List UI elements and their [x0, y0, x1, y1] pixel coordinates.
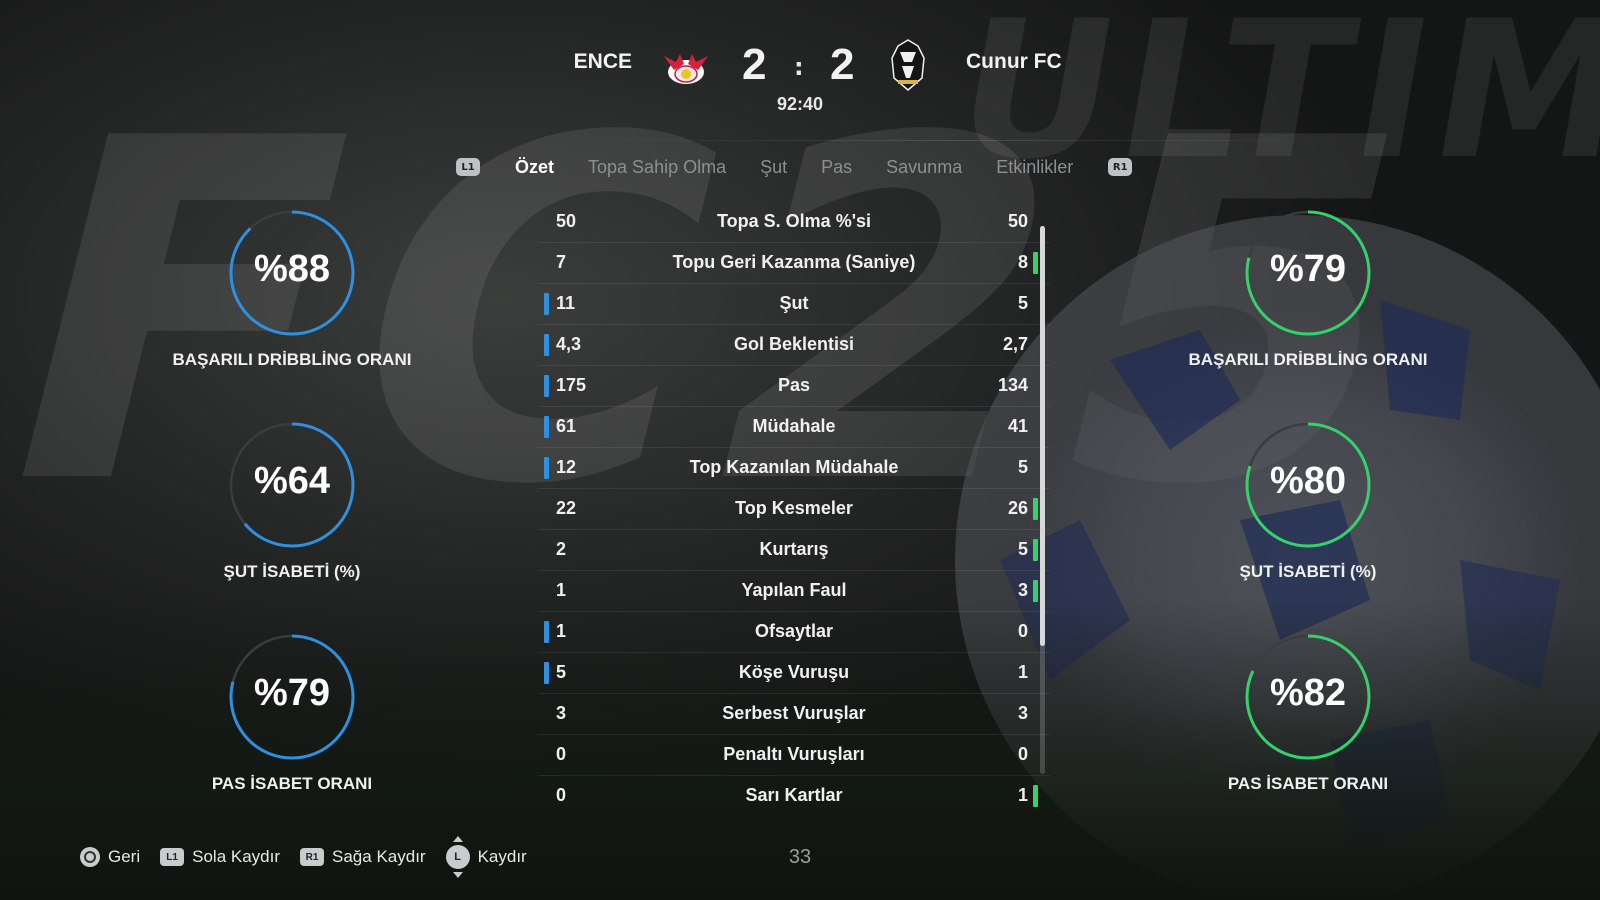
home-dribble-label: BAŞARILI DRİBBLİNG ORANI	[172, 350, 412, 369]
home-shot-value: %64	[253, 460, 331, 502]
stat-row: 5 Köşe Vuruşu 1	[538, 653, 1050, 694]
away-shot-accuracy-ring: %80 ŞUT İSABETİ (%)	[1158, 420, 1458, 582]
tab-sut[interactable]: Şut	[760, 157, 787, 178]
away-stat-value: 1	[1017, 662, 1028, 682]
stat-row: 175 Pas 134	[538, 366, 1050, 407]
stat-row: 3 Serbest Vuruşlar 3	[538, 694, 1050, 735]
scoreboard: ENCE 2 : 2 Cunur FC 92:40	[0, 36, 1600, 141]
tab-ozet[interactable]: Özet	[515, 157, 554, 178]
away-dribble-ring: %79 BAŞARILI DRİBBLİNG ORANI	[1158, 208, 1458, 370]
away-stat-value: 26	[1007, 498, 1028, 518]
stat-name: Müdahale	[752, 416, 836, 436]
stat-row: 2 Kurtarış 5	[538, 530, 1050, 571]
stat-row: 50 Topa S. Olma %'si 50	[538, 202, 1050, 243]
away-pass-value: %82	[1269, 672, 1347, 714]
home-team-name: ENCE	[573, 50, 632, 73]
stat-row: 12 Top Kazanılan Müdahale 5	[538, 448, 1050, 489]
away-leader-bar	[1033, 539, 1038, 561]
away-stat-value: 134	[997, 375, 1028, 395]
tab-topa-sahip-olma[interactable]: Topa Sahip Olma	[588, 157, 726, 178]
away-dribble-label: BAŞARILI DRİBBLİNG ORANI	[1188, 350, 1428, 369]
stat-name: Şut	[779, 293, 809, 313]
home-score: 2	[742, 40, 767, 89]
tab-pas[interactable]: Pas	[821, 157, 852, 178]
away-team-crest-icon	[891, 39, 925, 91]
stat-row: 7 Topu Geri Kazanma (Saniye) 8	[538, 243, 1050, 284]
stat-name: Top Kesmeler	[735, 498, 853, 518]
home-shot-accuracy-ring: %64 ŞUT İSABETİ (%)	[142, 420, 442, 582]
away-leader-bar	[1033, 498, 1038, 520]
stat-row: 0 Penaltı Vuruşları 0	[538, 735, 1050, 776]
away-stat-value: 5	[1017, 293, 1028, 313]
away-pass-label: PAS İSABET ORANI	[1227, 774, 1389, 793]
stat-row: 4,3 Gol Beklentisi 2,7	[538, 325, 1050, 366]
away-stat-value: 0	[1017, 744, 1028, 764]
away-stat-value: 3	[1017, 580, 1028, 600]
stat-row: 1 Yapılan Faul 3	[538, 571, 1050, 612]
away-leader-bar	[1033, 580, 1038, 602]
stat-row: 11 Şut 5	[538, 284, 1050, 325]
stat-name: Ofsaytlar	[754, 621, 834, 641]
stat-name: Penaltı Vuruşları	[723, 744, 865, 764]
stat-name: Gol Beklentisi	[733, 334, 855, 354]
away-shot-value: %80	[1269, 460, 1347, 502]
stat-row: 0 Sarı Kartlar 1	[538, 776, 1050, 816]
stat-name: Sarı Kartlar	[745, 785, 843, 805]
r1-shoulder-icon[interactable]: R1	[1108, 158, 1133, 176]
stat-row: 61 Müdahale 41	[538, 407, 1050, 448]
stats-scrollbar[interactable]	[1040, 226, 1045, 774]
away-stat-value: 5	[1017, 457, 1028, 477]
away-stat-value: 8	[1017, 252, 1028, 272]
away-stat-value: 2,7	[1002, 334, 1028, 354]
score-separator: :	[794, 53, 804, 81]
stat-name: Kurtarış	[759, 539, 829, 559]
away-shot-label: ŞUT İSABETİ (%)	[1239, 562, 1377, 581]
away-stat-value: 3	[1017, 703, 1028, 723]
home-dribble-ring: %88 BAŞARILI DRİBBLİNG ORANI	[142, 208, 442, 370]
tab-etkinlikler[interactable]: Etkinlikler	[996, 157, 1073, 178]
match-stats-table[interactable]: 50 Topa S. Olma %'si 50 7 Topu Geri Kazanma…	[538, 202, 1050, 816]
away-leader-bar	[1033, 252, 1038, 274]
scrollbar-thumb[interactable]	[1040, 226, 1045, 646]
home-pass-label: PAS İSABET ORANI	[211, 774, 373, 793]
home-pass-value: %79	[253, 672, 331, 714]
stats-tabs: L1 Özet Topa Sahip Olma Şut Pas Savunma …	[456, 152, 1133, 182]
stat-name: Serbest Vuruşlar	[722, 703, 866, 723]
tab-savunma[interactable]: Savunma	[886, 157, 962, 178]
away-stat-value: 41	[1007, 416, 1028, 436]
stat-name: Top Kazanılan Müdahale	[689, 457, 899, 477]
away-pass-accuracy-ring: %82 PAS İSABET ORANI	[1158, 632, 1458, 794]
away-stat-value: 1	[1017, 785, 1028, 805]
away-team-name: Cunur FC	[966, 50, 1062, 73]
stat-name: Köşe Vuruşu	[738, 662, 850, 682]
page-number: 33	[788, 846, 812, 868]
stat-name: Pas	[777, 375, 811, 395]
stat-row: 22 Top Kesmeler 26	[538, 489, 1050, 530]
away-stat-value: 5	[1017, 539, 1028, 559]
l1-shoulder-icon[interactable]: L1	[456, 158, 480, 176]
home-dribble-value: %88	[253, 248, 331, 290]
stat-row: 1 Ofsaytlar 0	[538, 612, 1050, 653]
away-dribble-value: %79	[1269, 248, 1347, 290]
stat-name: Topu Geri Kazanma (Saniye)	[672, 252, 916, 272]
away-stat-value: 50	[1007, 211, 1028, 231]
header-divider	[560, 140, 1360, 141]
match-clock: 92:40	[776, 94, 824, 114]
stat-name: Yapılan Faul	[741, 580, 847, 600]
away-score: 2	[830, 40, 855, 89]
home-team-crest-icon	[664, 54, 708, 84]
stat-name: Topa S. Olma %'si	[717, 211, 871, 231]
home-shot-label: ŞUT İSABETİ (%)	[223, 562, 361, 581]
home-pass-accuracy-ring: %79 PAS İSABET ORANI	[142, 632, 442, 794]
away-leader-bar	[1033, 785, 1038, 807]
away-stat-value: 0	[1017, 621, 1028, 641]
